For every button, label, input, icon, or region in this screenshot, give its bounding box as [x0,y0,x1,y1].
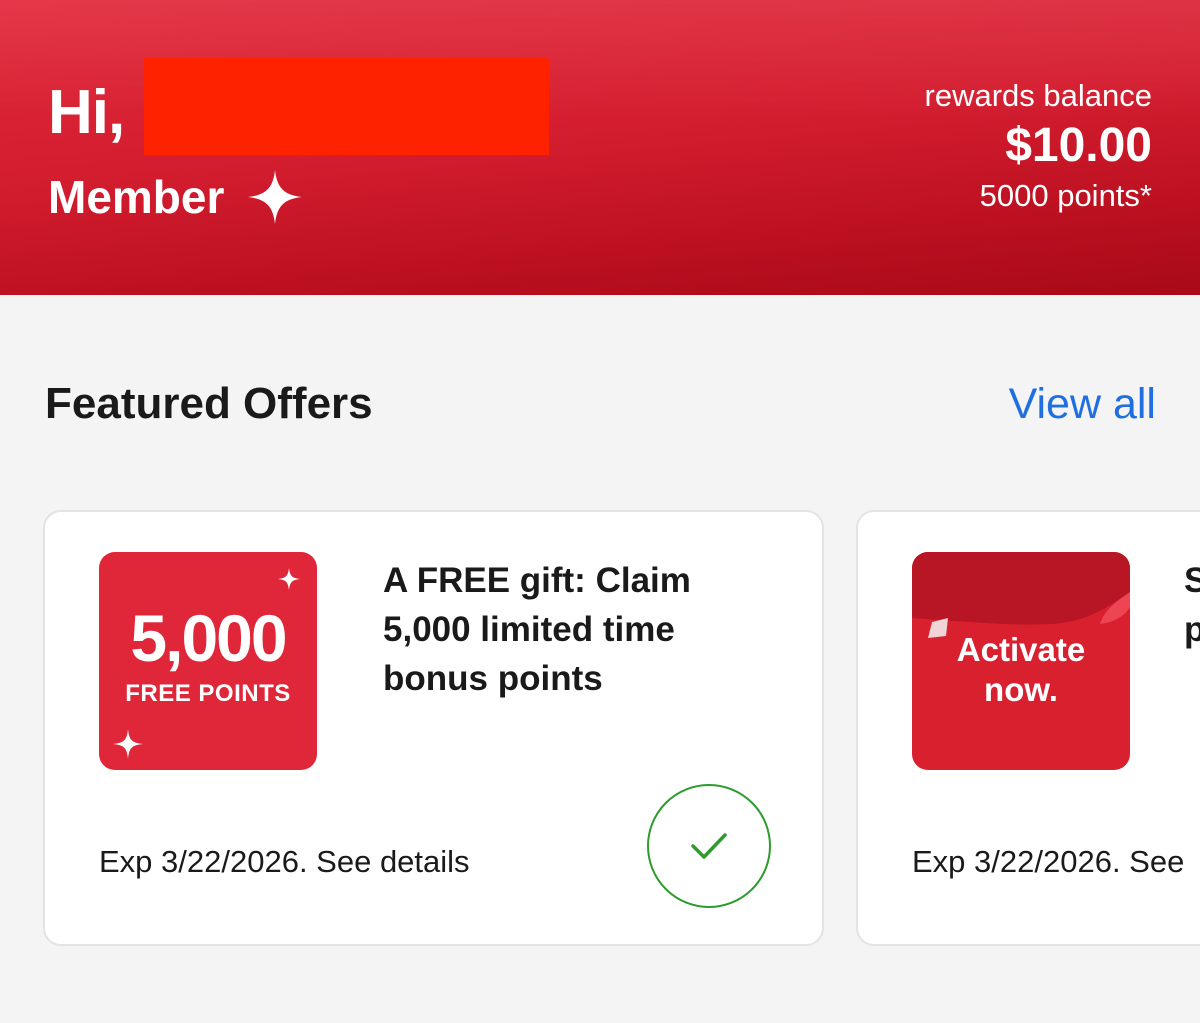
member-tier: Member [48,168,304,226]
sparkle-icon [278,568,300,590]
offer-image: Activate now. [912,552,1130,770]
activate-line: now. [984,671,1058,708]
balance-amount: $10.00 [1005,119,1152,172]
offer-image-points: 5,000 [130,601,287,675]
offer-card[interactable]: 5,000 FREE POINTS A FREE gift: Claim 5,0… [43,510,824,946]
greeting-text: Hi, [48,78,125,147]
rewards-header: Hi, Member rewards balance $10.00 5000 p… [0,0,1200,295]
offer-title: S p [1184,556,1200,654]
activate-line: Activate [956,631,1086,668]
offer-card[interactable]: Activate now. S p Exp 3/22/2026. See [856,510,1200,946]
tier-label: Member [48,171,225,223]
view-all-link[interactable]: View all [1009,376,1156,432]
offer-activated-button[interactable] [647,784,771,908]
section-title: Featured Offers [45,379,373,428]
offer-expiry[interactable]: Exp 3/22/2026. See details [99,842,470,882]
sparkle-icon [246,168,304,226]
rewards-balance[interactable]: rewards balance $10.00 5000 points* [925,76,1152,216]
balance-points: 5000 points* [979,178,1152,213]
checkmark-icon [691,833,727,859]
offer-image-caption: FREE POINTS [125,680,291,707]
sparkle-icon [113,729,143,759]
offer-title: A FREE gift: Claim 5,000 limited time bo… [383,561,691,698]
offer-title-line: S [1184,556,1200,605]
balance-caption: rewards balance [924,78,1152,113]
offer-image: 5,000 FREE POINTS [99,552,317,770]
offer-expiry[interactable]: Exp 3/22/2026. See [912,842,1184,882]
offer-image-caption: Activate now. [912,630,1130,710]
redacted-name [144,58,549,155]
offer-title-line: p [1184,605,1200,654]
